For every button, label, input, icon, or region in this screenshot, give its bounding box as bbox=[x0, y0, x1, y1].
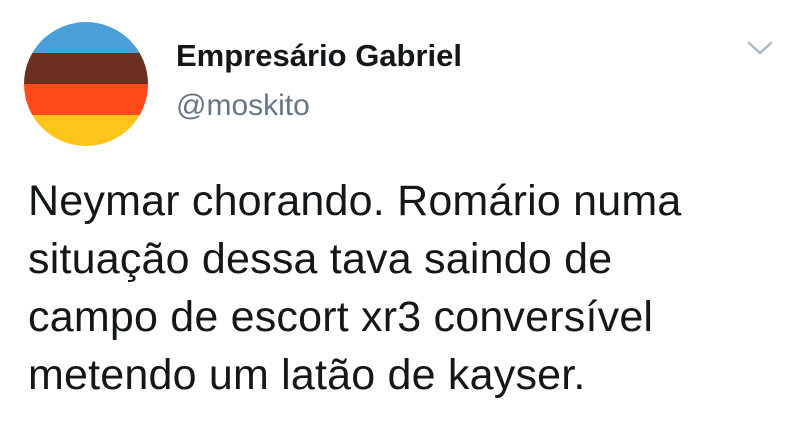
tweet-text-line: situação dessa tava saindo de bbox=[28, 235, 613, 283]
tweet-card: Empresário Gabriel @moskito Neymar chora… bbox=[0, 0, 800, 447]
tweet-text-line: campo de escort xr3 conversível bbox=[28, 293, 654, 341]
avatar[interactable] bbox=[24, 22, 148, 146]
author-info: Empresário Gabriel @moskito bbox=[176, 36, 462, 126]
username-handle[interactable]: @moskito bbox=[176, 86, 462, 126]
more-options-button[interactable] bbox=[746, 38, 774, 58]
display-name[interactable]: Empresário Gabriel bbox=[176, 36, 462, 76]
tweet-text-line: metendo um latão de kayser. bbox=[28, 351, 586, 399]
tweet-text-line: Neymar chorando. Romário numa bbox=[28, 177, 682, 225]
chevron-down-icon bbox=[747, 41, 773, 55]
tweet-text: Neymar chorando. Romário numa situação d… bbox=[28, 172, 778, 404]
striped-flag-avatar-icon bbox=[24, 22, 148, 146]
